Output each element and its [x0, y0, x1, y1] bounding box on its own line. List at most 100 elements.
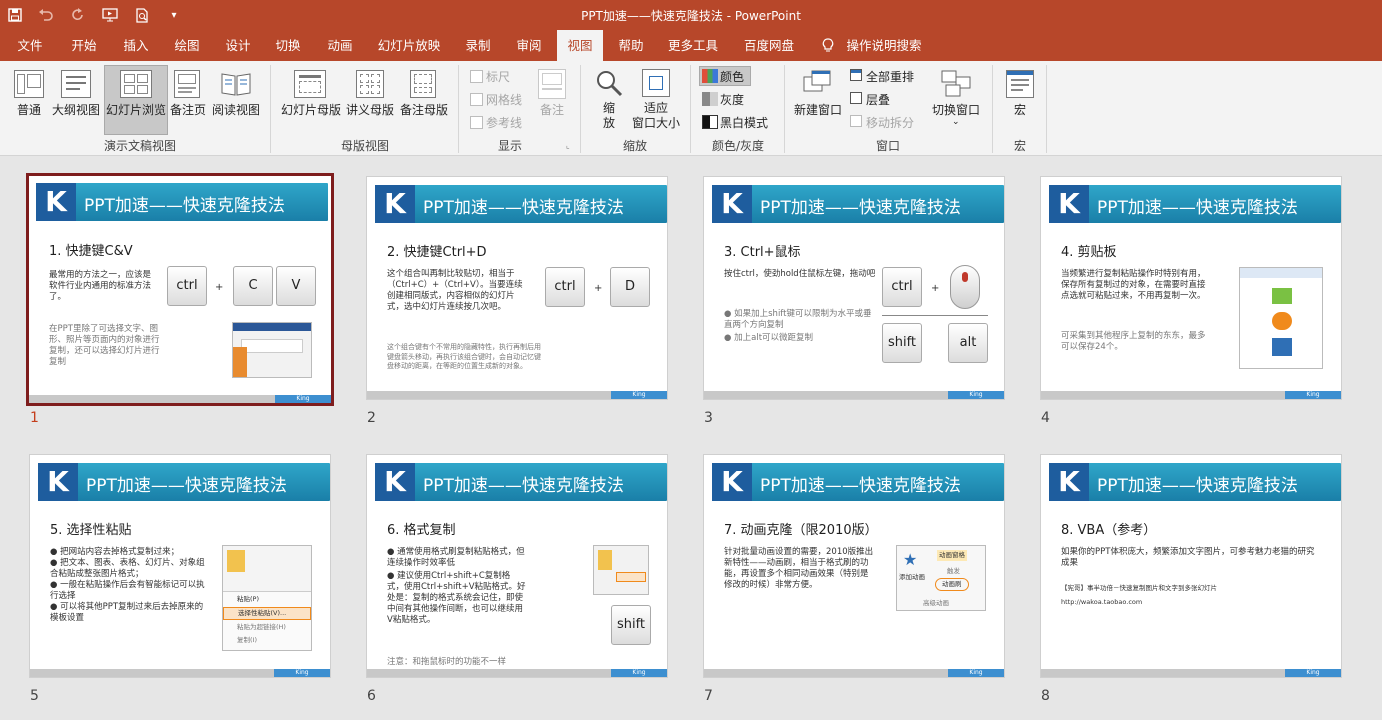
tab-baidu-netdisk[interactable]: 百度网盘	[734, 30, 804, 61]
k-logo: K	[36, 183, 76, 221]
quick-access-toolbar: ▾	[0, 0, 190, 30]
slide-text: 可采集到其他程序上复制的东东，最多可以保存24个。	[1061, 331, 1206, 352]
slide-thumbnail[interactable]: K PPT加速——快速克隆技法 7. 动画克隆（限2010版） 针对批量动画设置的…	[703, 454, 1005, 678]
tab-slideshow[interactable]: 幻灯片放映	[370, 30, 448, 61]
key-ctrl: ctrl	[545, 267, 585, 307]
notes-button[interactable]: 备注	[534, 101, 570, 118]
bullet-text: 加上alt可以微距复制	[734, 333, 814, 343]
normal-view-icon	[14, 70, 44, 98]
arrange-all-icon	[850, 69, 862, 81]
slide-number: 2	[367, 410, 376, 426]
slide-thumbnail[interactable]: K PPT加速——快速克隆技法 3. Ctrl+鼠标 按住ctrl，使劲hold住…	[703, 176, 1005, 400]
print-preview-icon[interactable]	[126, 0, 158, 30]
undo-icon[interactable]	[30, 0, 62, 30]
notes-master-button[interactable]: 备注母版	[398, 101, 450, 118]
plus-sign: +	[931, 283, 940, 294]
zoom-button[interactable]: 缩 放	[598, 101, 620, 131]
slide-master-icon	[294, 70, 326, 98]
slide-text: 当频繁进行复制粘贴操作时特别有用，保存所有复制过的对象，在需要时直接点选就可粘贴…	[1061, 269, 1206, 301]
cascade-icon	[850, 92, 862, 104]
slide-banner: K PPT加速——快速克隆技法	[38, 463, 330, 501]
slide-link: http://wakoa.taobao.com	[1061, 598, 1143, 606]
slide-text: 这个组合叫再制比较贴切，相当于（Ctrl+C）+（Ctrl+V）。当要连续创建相…	[387, 269, 523, 312]
anim-label: 动画窗格	[937, 550, 967, 561]
k-logo: K	[1049, 185, 1089, 223]
bullet-text: 把文本、图表、表格、幻灯片、对象组合粘贴成整张图片格式；	[50, 558, 205, 579]
bullet-text: 把网站内容去掉格式复制过来；	[60, 547, 180, 557]
k-logo: K	[1049, 463, 1089, 501]
chevron-down-icon: ⌄	[952, 117, 960, 127]
tab-more-tools[interactable]: 更多工具	[662, 30, 724, 61]
tell-me-search[interactable]: 操作说明搜索	[842, 30, 926, 61]
tab-review[interactable]: 审阅	[507, 30, 551, 61]
footer-king: King	[275, 395, 331, 403]
macros-button[interactable]: 宏	[1008, 101, 1032, 118]
group-macros: 宏	[1013, 139, 1026, 153]
format-painter-image	[593, 545, 649, 595]
tab-view[interactable]: 视图	[557, 30, 603, 61]
slide-footer: King	[30, 669, 330, 677]
normal-view-button[interactable]: 普通	[10, 101, 48, 118]
redo-icon[interactable]	[62, 0, 94, 30]
group-zoom: 缩放	[622, 139, 647, 153]
fit-to-window-button[interactable]: 适应 窗口大小	[628, 101, 684, 131]
bullet-text: 可以将其他PPT复制过来后去掉原来的模板设置	[50, 602, 204, 623]
slide-note: 注意：和拖鼠标时的功能不一样	[387, 657, 507, 667]
slide-thumbnail[interactable]: K PPT加速——快速克隆技法 2. 快捷键Ctrl+D 这个组合叫再制比较贴切，…	[366, 176, 668, 400]
outline-view-icon	[61, 70, 91, 98]
slide-master-button[interactable]: 幻灯片母版	[278, 101, 344, 118]
slide-banner-title: PPT加速——快速克隆技法	[423, 198, 624, 218]
grayscale-button[interactable]: 灰度	[720, 91, 744, 108]
menu-item-highlighted: 选择性粘贴(V)...	[223, 607, 311, 620]
macro-icon	[1006, 70, 1034, 98]
tab-draw[interactable]: 绘图	[165, 30, 209, 61]
slide-thumbnail[interactable]: K PPT加速——快速克隆技法 4. 剪贴板 当频繁进行复制粘贴操作时特别有用，保…	[1040, 176, 1342, 400]
slide-thumbnail[interactable]: K PPT加速——快速克隆技法 5. 选择性粘贴 ● 把网站内容去掉格式复制过来；…	[29, 454, 331, 678]
guides-checkbox[interactable]	[470, 116, 483, 129]
tab-help[interactable]: 帮助	[609, 30, 653, 61]
menu-item: 粘贴为超链接(H)	[237, 623, 286, 631]
tab-transitions[interactable]: 切换	[266, 30, 310, 61]
slide-banner-title: PPT加速——快速克隆技法	[1097, 198, 1298, 218]
tab-file[interactable]: 文件	[8, 30, 52, 61]
guides-label: 参考线	[486, 116, 523, 130]
outline-view-button[interactable]: 大纲视图	[50, 101, 102, 118]
gridlines-checkbox[interactable]	[470, 93, 483, 106]
slide-thumbnail[interactable]: K PPT加速——快速克隆技法 8. VBA（参考） 如果你的PPT体积庞大，频繁…	[1040, 454, 1342, 678]
slide-banner-title: PPT加速——快速克隆技法	[1097, 476, 1298, 496]
cascade-button[interactable]: 层叠	[866, 91, 890, 108]
new-window-button[interactable]: 新建窗口	[790, 101, 846, 118]
slide-text: 最常用的方法之一，应该是软件行业内通用的标准方法了。	[49, 270, 152, 302]
slide-sorter-button[interactable]: 幻灯片浏览	[104, 101, 168, 118]
grayscale-icon	[702, 92, 718, 106]
separator	[580, 65, 581, 153]
slide-thumbnail[interactable]: K PPT加速——快速克隆技法 1. 快捷键C&V 最常用的方法之一，应该是软件行…	[26, 173, 334, 406]
ruler-checkbox[interactable]	[470, 70, 483, 83]
slide-heading: 6. 格式复制	[387, 523, 456, 538]
slide-thumbnail[interactable]: K PPT加速——快速克隆技法 6. 格式复制 ● 通常使用格式刷复制粘贴格式，但…	[366, 454, 668, 678]
handout-master-button[interactable]: 讲义母版	[344, 101, 396, 118]
separator	[1046, 65, 1047, 153]
switch-window-button[interactable]: 切换窗口	[928, 101, 984, 118]
arrange-all-button[interactable]: 全部重排	[866, 68, 914, 85]
slide-heading: 5. 选择性粘贴	[50, 523, 132, 538]
customize-qat-icon[interactable]: ▾	[158, 0, 190, 30]
tab-animations[interactable]: 动画	[318, 30, 362, 61]
separator	[690, 65, 691, 153]
mouse-icon	[950, 265, 980, 309]
notes-page-button[interactable]: 备注页	[168, 101, 208, 118]
black-white-button[interactable]: 黑白模式	[720, 114, 768, 131]
plus-sign: +	[594, 283, 603, 294]
color-button[interactable]: 颜色	[720, 68, 744, 85]
dialog-launcher-icon[interactable]: ⌞	[566, 141, 570, 150]
reading-view-button[interactable]: 阅读视图	[208, 101, 264, 118]
present-icon[interactable]	[94, 0, 126, 30]
slide-banner: K PPT加速——快速克隆技法	[36, 183, 328, 221]
ribbon-tabs: 文件 开始 插入 绘图 设计 切换 动画 幻灯片放映 录制 审阅 视图 帮助 更…	[0, 30, 1382, 61]
save-icon[interactable]	[0, 0, 30, 30]
tab-design[interactable]: 设计	[216, 30, 260, 61]
tab-home[interactable]: 开始	[62, 30, 106, 61]
tab-record[interactable]: 录制	[456, 30, 500, 61]
move-split-button[interactable]: 移动拆分	[866, 114, 914, 131]
tab-insert[interactable]: 插入	[114, 30, 158, 61]
